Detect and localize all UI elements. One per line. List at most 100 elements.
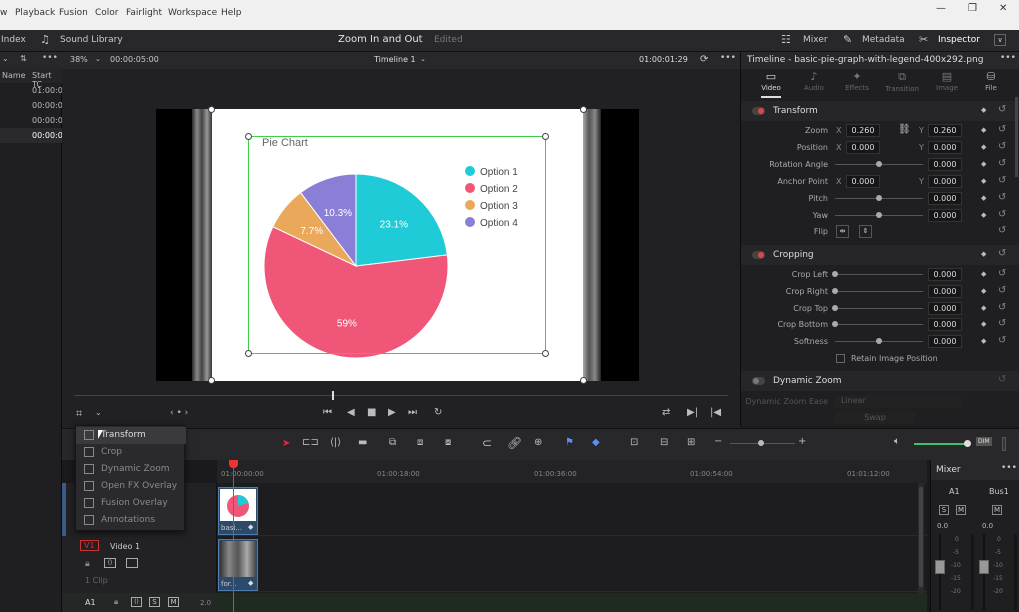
softness-field[interactable]: 0.000 bbox=[928, 335, 962, 348]
timecode-left[interactable]: 00:00:05:00 bbox=[110, 55, 159, 64]
keyframe-icon[interactable]: ◆ bbox=[981, 337, 986, 345]
sort-icon[interactable]: ⇅ bbox=[20, 54, 27, 63]
reset-icon[interactable]: ↺ bbox=[998, 248, 1006, 259]
speaker-icon[interactable]: 🔈︎ bbox=[894, 436, 900, 447]
yaw-field[interactable]: 0.000 bbox=[928, 209, 962, 222]
mute-button[interactable]: M bbox=[956, 505, 966, 515]
swap-button[interactable]: Swap bbox=[835, 412, 915, 424]
zoom-detail-icon[interactable]: ⊟ bbox=[660, 437, 668, 448]
track-id-a1[interactable]: A1 bbox=[85, 598, 96, 607]
keyframe-icon[interactable]: ◆ bbox=[981, 320, 986, 328]
menu-fusion[interactable]: Fusion bbox=[59, 8, 88, 18]
tab-audio[interactable]: ♪ Audio bbox=[794, 70, 834, 92]
cropping-section-header[interactable]: Cropping ◆ ↺ bbox=[741, 245, 1019, 265]
chevron-down-icon[interactable]: ⌄ bbox=[95, 408, 102, 417]
slider-knob[interactable] bbox=[832, 271, 838, 277]
reset-icon[interactable]: ↺ bbox=[998, 192, 1006, 203]
reset-icon[interactable]: ↺ bbox=[998, 318, 1006, 329]
slider-knob[interactable] bbox=[876, 195, 882, 201]
frame-handle[interactable] bbox=[208, 106, 215, 113]
crop-right-field[interactable]: 0.000 bbox=[928, 285, 962, 298]
scrollbar[interactable] bbox=[1015, 97, 1018, 177]
next-edit-icon[interactable]: ▶| bbox=[687, 407, 698, 418]
keyframe-icon[interactable]: ◆ bbox=[981, 143, 986, 151]
menu-item-transform[interactable]: Transform bbox=[76, 427, 186, 444]
transform-section-header[interactable]: Transform ◆ ↺ bbox=[741, 101, 1019, 121]
crop-top-slider[interactable] bbox=[835, 308, 923, 309]
play-reverse-icon[interactable]: ◀ bbox=[347, 407, 355, 418]
replace-clip-icon[interactable]: ⧇ bbox=[445, 437, 451, 448]
disable-track-icon[interactable] bbox=[126, 558, 138, 568]
playhead-handle[interactable] bbox=[229, 460, 238, 468]
slider-knob[interactable] bbox=[832, 305, 838, 311]
cropping-toggle[interactable] bbox=[752, 251, 765, 259]
trim-tool-icon[interactable]: ⊏⊐ bbox=[302, 437, 319, 448]
chevron-down-icon[interactable]: ⌄ bbox=[95, 55, 101, 63]
timeline-ruler[interactable]: 01:00:00:00 01:00:18:00 01:00:36:00 01:0… bbox=[217, 460, 927, 483]
more-icon[interactable]: ••• bbox=[1000, 53, 1016, 63]
reset-icon[interactable]: ↺ bbox=[998, 158, 1006, 169]
reset-icon[interactable]: ↺ bbox=[998, 141, 1006, 152]
ease-dropdown[interactable]: Linear bbox=[835, 395, 961, 408]
match-frame-icon[interactable]: ⇄ bbox=[662, 407, 670, 418]
tab-transition[interactable]: ⧉ Transition bbox=[882, 70, 922, 93]
zoom-x-field[interactable]: 0.260 bbox=[846, 124, 880, 137]
frame-handle[interactable] bbox=[580, 377, 587, 384]
dynamic-zoom-toggle[interactable] bbox=[752, 377, 765, 385]
list-item[interactable]: 00:00:0 bbox=[0, 113, 63, 128]
menu-playback[interactable]: Playback bbox=[15, 8, 55, 18]
rotation-field[interactable]: 0.000 bbox=[928, 158, 962, 171]
loop-icon[interactable]: ↻ bbox=[434, 407, 442, 418]
volume-slider[interactable] bbox=[914, 443, 966, 445]
tab-video[interactable]: ▭ Video bbox=[751, 70, 791, 92]
frame-handle[interactable] bbox=[208, 377, 215, 384]
list-item[interactable]: 00:00:0 bbox=[0, 98, 63, 113]
keyframe-icon[interactable]: ◆ bbox=[981, 160, 986, 168]
keyframe-icon[interactable]: ◆ bbox=[981, 211, 986, 219]
reset-icon[interactable]: ↺ bbox=[998, 209, 1006, 220]
go-to-start-icon[interactable]: ⏮ bbox=[323, 407, 332, 418]
restore-icon[interactable]: ❐ bbox=[968, 3, 977, 14]
flip-horizontal-icon[interactable]: ⇹ bbox=[836, 225, 849, 238]
sound-library-button[interactable]: Sound Library bbox=[60, 35, 123, 45]
go-to-end-icon[interactable]: ⏭ bbox=[408, 407, 417, 418]
play-icon[interactable]: ▶ bbox=[388, 407, 396, 418]
track-name-v1[interactable]: Video 1 bbox=[110, 542, 140, 551]
slider-knob[interactable] bbox=[876, 212, 882, 218]
inspector-button[interactable]: Inspector bbox=[938, 35, 980, 45]
anchor-y-field[interactable]: 0.000 bbox=[928, 175, 962, 188]
keyframe-icon[interactable]: ◆ bbox=[981, 194, 986, 202]
menu-workspace[interactable]: Workspace bbox=[168, 8, 217, 18]
tab-file[interactable]: ⛁ File bbox=[971, 70, 1011, 92]
clip-pie-chart[interactable]: basi... ◆ bbox=[218, 487, 258, 535]
pitch-field[interactable]: 0.000 bbox=[928, 192, 962, 205]
mixer-button[interactable]: Mixer bbox=[803, 35, 828, 45]
keyframe-icon[interactable]: ◆ bbox=[981, 106, 986, 114]
slider-knob[interactable] bbox=[758, 440, 764, 446]
keyframe-icon[interactable]: ◆ bbox=[981, 304, 986, 312]
zoom-full-icon[interactable]: ⊡ bbox=[630, 437, 638, 448]
position-y-field[interactable]: 0.000 bbox=[928, 141, 962, 154]
transform-toggle[interactable] bbox=[752, 107, 765, 115]
menu-item-open-fx-overlay[interactable]: Open FX Overlay bbox=[76, 478, 186, 495]
menu-item-annotations[interactable]: Annotations bbox=[76, 512, 186, 529]
lock-icon[interactable]: 🔒︎ bbox=[85, 559, 90, 569]
more-icon[interactable]: ••• bbox=[720, 53, 736, 63]
prev-edit-icon[interactable]: |◀ bbox=[710, 407, 721, 418]
mute-button[interactable]: M bbox=[168, 597, 179, 607]
transform-handle[interactable] bbox=[245, 350, 252, 357]
reset-icon[interactable]: ↺ bbox=[998, 335, 1006, 346]
transform-bounding-box[interactable] bbox=[245, 133, 549, 357]
marker-icon[interactable]: ◆ bbox=[592, 437, 600, 448]
stop-icon[interactable]: ■ bbox=[367, 407, 376, 418]
fader-knob[interactable] bbox=[935, 560, 945, 574]
timeline-vscroll[interactable] bbox=[918, 483, 924, 593]
crop-top-field[interactable]: 0.000 bbox=[928, 302, 962, 315]
menu-fairlight[interactable]: Fairlight bbox=[126, 8, 162, 18]
menu-item-crop[interactable]: Crop bbox=[76, 444, 186, 461]
minimize-icon[interactable]: — bbox=[936, 3, 946, 14]
solo-button[interactable]: S bbox=[939, 505, 949, 515]
chevron-down-icon[interactable]: ⌄ bbox=[2, 54, 9, 63]
fader-knob[interactable] bbox=[979, 560, 989, 574]
reset-icon[interactable]: ↺ bbox=[998, 225, 1006, 236]
